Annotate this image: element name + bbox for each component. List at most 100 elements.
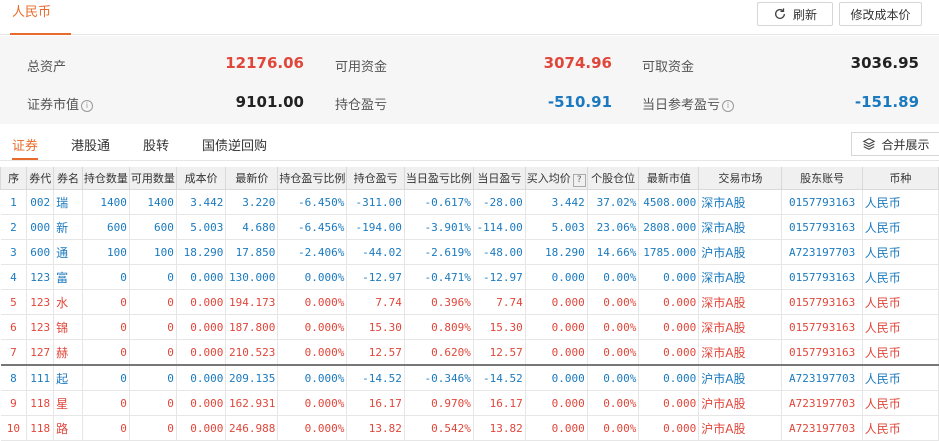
- avg-buy-price-cell: 0.000: [525, 364, 588, 391]
- info-icon[interactable]: i: [81, 100, 94, 112]
- column-header[interactable]: 最新市值: [638, 167, 700, 190]
- row-index-cell: 8: [0, 364, 28, 391]
- stock-name-cell: 路: [53, 415, 83, 441]
- latest-price-cell: 4.680: [225, 214, 279, 240]
- column-header[interactable]: 持仓数量: [81, 167, 130, 190]
- cost-price-cell: 0.000: [176, 364, 227, 391]
- currency-cell: 人民币: [862, 314, 939, 340]
- refresh-button[interactable]: 刷新: [757, 2, 833, 26]
- category-tabs: 证券 港股通 股转 国债逆回购: [0, 130, 939, 161]
- column-header[interactable]: 当日盈亏比例: [403, 167, 474, 190]
- position-pl-label: 持仓盈亏: [335, 98, 388, 113]
- daily-pl-cell: 12.57: [473, 339, 526, 366]
- column-header[interactable]: 最新价: [225, 167, 279, 190]
- latest-price-cell: 194.173: [225, 289, 279, 315]
- position-pl-cell: -12.97: [346, 264, 405, 290]
- avg-buy-price-cell: 18.290: [525, 239, 588, 265]
- layers-icon: [863, 138, 876, 150]
- latest-price-cell: 187.800: [225, 314, 279, 340]
- currency-cell: 人民币: [862, 239, 939, 265]
- position-pl-cell: -44.02: [346, 239, 405, 265]
- column-header[interactable]: 券代: [26, 167, 55, 190]
- table-row[interactable]: 7 127 赫 0 0 0.000 210.523 0.000% 12.57 0.620% 12.5…: [0, 339, 939, 366]
- currency-tab-rmb[interactable]: 人民币: [0, 0, 72, 35]
- column-header[interactable]: 交易市场: [698, 167, 783, 190]
- table-row[interactable]: 2 000 新 600 600 5.003 4.680 -6.456% -194.00 -3.90…: [0, 214, 939, 240]
- help-icon[interactable]: ?: [572, 173, 586, 187]
- column-header[interactable]: 序: [0, 167, 28, 190]
- table-row[interactable]: 9 118 星 0 0 0.000 162.931 0.000% 16.17 0.970% 16.1…: [0, 390, 939, 416]
- exchange-cell: 沪市A股: [698, 415, 783, 441]
- column-header[interactable]: 成本价: [175, 167, 227, 190]
- stock-name-cell: 锦: [53, 314, 83, 340]
- latest-price-cell: 3.220: [225, 189, 279, 215]
- table-row[interactable]: 5 123 水 0 0 0.000 194.173 0.000% 7.74 0.396% 7.74 0…: [0, 289, 939, 315]
- currency-cell: 人民币: [862, 364, 939, 391]
- stock-code-cell: 123: [26, 314, 55, 340]
- daily-pl-ratio-cell: -0.617%: [404, 189, 474, 215]
- available-qty-cell: 100: [129, 239, 177, 265]
- stock-code-cell: 002: [26, 189, 55, 215]
- market-value-value: 9101.00: [235, 93, 304, 111]
- info-icon[interactable]: i: [722, 100, 735, 112]
- position-pl-ratio-cell: 0.000%: [277, 289, 348, 315]
- tab-hk-connect[interactable]: 港股通: [71, 135, 110, 154]
- shareholder-account-cell: 0157793163: [781, 214, 863, 240]
- tab-neeq[interactable]: 股转: [143, 135, 169, 154]
- available-qty-cell: 600: [129, 214, 177, 240]
- available-qty-cell: 0: [129, 289, 177, 315]
- daily-pl-cell: 15.30: [473, 314, 526, 340]
- position-weight-cell: 0.00%: [587, 415, 640, 441]
- column-header[interactable]: 股东账号: [781, 167, 863, 190]
- column-header[interactable]: 当日盈亏: [472, 167, 526, 190]
- row-index-cell: 4: [0, 264, 28, 290]
- daily-pl-ratio-cell: -0.471%: [404, 264, 474, 290]
- available-funds-label: 可用资金: [335, 60, 388, 75]
- column-header[interactable]: 买入均价?: [524, 167, 588, 190]
- avg-buy-price-cell: 5.003: [525, 214, 588, 240]
- edit-cost-button[interactable]: 修改成本价: [839, 2, 922, 26]
- stock-code-cell: 127: [26, 339, 55, 366]
- position-qty-cell: 0: [82, 364, 130, 391]
- market-value-cell: 0.000: [638, 339, 700, 366]
- column-header[interactable]: 持仓盈亏: [346, 167, 405, 190]
- position-pl-ratio-cell: 0.000%: [277, 415, 348, 441]
- tab-reverse-repo[interactable]: 国债逆回购: [202, 135, 267, 154]
- position-weight-cell: 0.00%: [587, 339, 640, 366]
- merge-display-label: 合并展示: [881, 137, 930, 152]
- position-weight-cell: 0.00%: [587, 264, 640, 290]
- stock-name-cell: 水: [53, 289, 83, 315]
- merge-display-button[interactable]: 合并展示: [851, 132, 939, 156]
- column-header[interactable]: 券名: [53, 167, 83, 190]
- column-header[interactable]: 币种: [861, 167, 939, 190]
- market-value-cell: 0.000: [638, 364, 700, 391]
- table-row[interactable]: 4 123 富 0 0 0.000 130.000 0.000% -12.97 -0.471% -1…: [0, 264, 939, 290]
- table-row[interactable]: 6 123 锦 0 0 0.000 187.800 0.000% 15.30 0.809% 15.3…: [0, 314, 939, 340]
- position-qty-cell: 0: [82, 314, 130, 340]
- exchange-cell: 沪市A股: [698, 364, 783, 391]
- shareholder-account-cell: 0157793163: [781, 314, 863, 340]
- currency-cell: 人民币: [862, 339, 939, 366]
- tab-securities[interactable]: 证券: [12, 135, 39, 160]
- table-row[interactable]: 3 600 通 100 100 18.290 17.850 -2.406% -44.02 -2.6…: [0, 239, 939, 265]
- daily-pl-ratio-cell: -3.901%: [404, 214, 474, 240]
- daily-pl-ratio-cell: 0.620%: [404, 339, 474, 366]
- position-pl-ratio-cell: 0.000%: [277, 264, 348, 290]
- currency-cell: 人民币: [862, 189, 939, 215]
- cost-price-cell: 0.000: [176, 390, 227, 416]
- position-pl-cell: -14.52: [346, 364, 405, 391]
- table-row[interactable]: 1 002 瑞 1400 1400 3.442 3.220 -6.450% -311.00 -0.…: [0, 189, 939, 215]
- position-pl-value: -510.91: [547, 93, 612, 111]
- table-row[interactable]: 10 118 路 0 0 0.000 246.988 0.000% 13.82 0.542% 13.…: [0, 415, 939, 441]
- column-header[interactable]: 可用数量: [128, 167, 177, 190]
- daily-pl-ratio-cell: -2.619%: [404, 239, 474, 265]
- column-header[interactable]: 个股仓位: [586, 167, 640, 190]
- table-row[interactable]: 8 111 起 0 0 0.000 209.135 0.000% -14.52 -0.346% -1…: [0, 364, 939, 391]
- stock-code-cell: 118: [26, 390, 55, 416]
- total-assets-value: 12176.06: [225, 54, 304, 72]
- currency-cell: 人民币: [862, 264, 939, 290]
- position-pl-ratio-cell: -6.450%: [277, 189, 348, 215]
- column-header[interactable]: 持仓盈亏比例: [277, 167, 348, 190]
- exchange-cell: 深市A股: [698, 189, 783, 215]
- shareholder-account-cell: 0157793163: [781, 264, 863, 290]
